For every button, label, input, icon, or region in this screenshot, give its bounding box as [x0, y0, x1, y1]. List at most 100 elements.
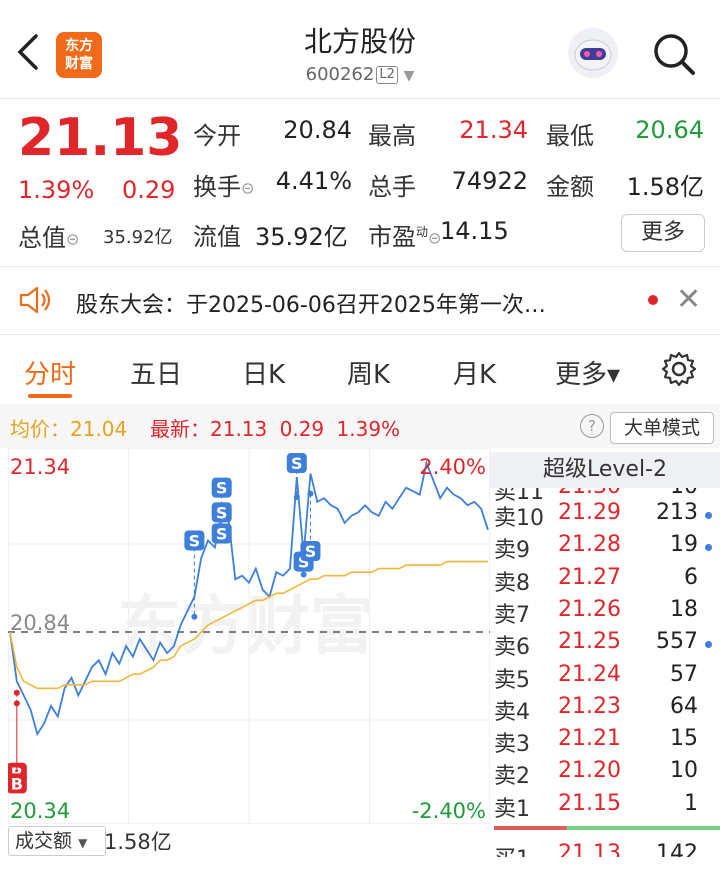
order-volume: 557 [656, 629, 698, 655]
order-row[interactable]: 卖7 21.26 18 [494, 597, 720, 629]
order-level-label: 卖2 [494, 764, 530, 790]
large-order-dot [705, 512, 712, 519]
order-level-label: 卖4 [494, 699, 530, 725]
order-row[interactable]: 卖3 21.21 15 [494, 726, 720, 758]
order-row[interactable]: 卖9 21.28 19 [494, 532, 720, 564]
marker-label: S [291, 454, 303, 473]
order-row[interactable]: 卖6 21.25 557 [494, 629, 720, 661]
marker-dot [13, 700, 20, 707]
order-row[interactable]: 卖4 21.23 64 [494, 694, 720, 726]
quote-value: 35.92亿 [255, 223, 348, 251]
tab[interactable]: 更多▾ [555, 354, 620, 391]
order-row[interactable]: 卖5 21.24 57 [494, 662, 720, 694]
tab[interactable]: 五日 [130, 354, 182, 391]
latest-price-label: 最新：21.13 0.29 1.39% [150, 413, 400, 442]
info-icon: ⊝ [66, 229, 80, 249]
order-row-partial[interactable]: 买1 21.13 142 [494, 841, 720, 872]
y-max-label: 21.34 [10, 455, 70, 479]
search-icon[interactable] [650, 30, 698, 78]
quote-label: 最高 [368, 116, 416, 151]
order-price: 21.20 [558, 758, 621, 784]
quote-label: 金额 [546, 167, 594, 202]
marker-label: S [305, 542, 317, 561]
order-price: 21.26 [558, 596, 621, 622]
marker-label: B [11, 774, 23, 793]
order-level-label: 卖9 [494, 538, 530, 564]
quote-value: 14.15 [440, 217, 509, 245]
order-row[interactable]: 卖8 21.27 6 [494, 565, 720, 597]
marker-dot [293, 494, 300, 501]
speaker-icon [19, 286, 51, 314]
tab[interactable]: 月K [453, 354, 496, 391]
assistant-robot-icon[interactable] [568, 28, 618, 78]
marker-dot [300, 571, 307, 578]
turnover-selector[interactable]: 成交额 ▼ [8, 826, 106, 856]
big-order-mode-button[interactable]: 大单模式 [610, 412, 714, 444]
quote-label-text: 最低 [546, 122, 594, 150]
info-icon[interactable]: ⊝ [241, 179, 254, 198]
marker-label: S [216, 479, 228, 498]
tab[interactable]: 日K [242, 354, 285, 391]
order-price: 21.13 [558, 841, 621, 866]
change-percent: 1.39% [18, 176, 95, 204]
order-price: 21.25 [558, 629, 621, 655]
tab[interactable]: 周K [347, 354, 390, 391]
marker-dot [13, 689, 20, 696]
quote-label-superscript: 动 [416, 225, 429, 239]
latest-pct: 1.39% [336, 417, 401, 441]
turnover-label: 成交额 [15, 830, 73, 852]
bid-ask-ratio-bar [494, 826, 720, 830]
quote-value: 20.64 [635, 116, 704, 144]
large-order-dot [705, 641, 712, 649]
market-value: 35.92亿 [103, 227, 173, 248]
order-price: 21.21 [558, 726, 621, 752]
pct-max-label: 2.40% [419, 455, 486, 479]
close-icon[interactable]: ✕ [676, 282, 701, 317]
pct-min-label: -2.40% [412, 799, 486, 823]
marker-label: S [189, 531, 201, 550]
more-button[interactable]: 更多 [621, 214, 705, 252]
latest-price-text: 最新：21.13 [150, 417, 268, 441]
help-icon[interactable]: ? [580, 414, 604, 438]
gear-icon[interactable] [660, 350, 698, 388]
quote-value: 4.41% [275, 167, 352, 195]
order-level-label: 卖6 [494, 635, 530, 661]
order-level-label: 卖8 [494, 570, 530, 596]
intraday-chart[interactable]: 东方财富SSSSSSSBB21.34 2.40%20.8420.34 -2.40% [8, 448, 490, 824]
order-level-label: 卖5 [494, 667, 530, 693]
quote-label-text: 总手 [368, 173, 416, 201]
level-badge: L2 [376, 66, 398, 84]
order-volume: 57 [670, 661, 698, 687]
order-row[interactable]: 卖1 21.15 1 [494, 791, 720, 823]
quote-label-text: 换手 [193, 173, 241, 201]
order-volume: 19 [670, 532, 698, 558]
marker-label: S [216, 503, 228, 522]
y-min-label: 20.34 [10, 799, 70, 823]
active-tab-underline [28, 394, 72, 398]
avg-price-label: 均价：21.04 [10, 417, 128, 441]
latest-change: 0.29 [279, 417, 325, 441]
order-price: 21.15 [558, 790, 621, 816]
level2-header[interactable]: 超级Level-2 [490, 452, 720, 488]
marker-label: S [216, 524, 228, 543]
order-volume: 142 [656, 841, 698, 866]
divider [0, 266, 720, 267]
quote-label-text: 金额 [546, 173, 594, 201]
order-volume: 6 [684, 564, 698, 590]
tab[interactable]: 分时 [24, 354, 76, 391]
quote-value: 20.84 [283, 116, 352, 144]
quote-label-text: 市盈 [368, 223, 416, 251]
unread-dot [648, 295, 658, 305]
order-row[interactable]: 卖10 21.29 213 [494, 500, 720, 532]
marker-dot [191, 613, 198, 620]
order-level-label: 卖1 [494, 796, 530, 822]
order-level-label: 买1 [494, 847, 530, 872]
order-row[interactable]: 卖2 21.20 10 [494, 758, 720, 790]
quote-label: 换手⊝ [193, 167, 254, 202]
order-price: 21.24 [558, 661, 621, 687]
quote-label-text: 流值 [193, 223, 241, 251]
notice-text[interactable]: 股东大会：于2025-06-06召开2025年第一次… [76, 287, 546, 319]
order-level-label: 卖10 [494, 506, 544, 531]
quote-label: 流值 [193, 217, 241, 252]
market-value-label[interactable]: 总值⊝ [18, 218, 79, 253]
